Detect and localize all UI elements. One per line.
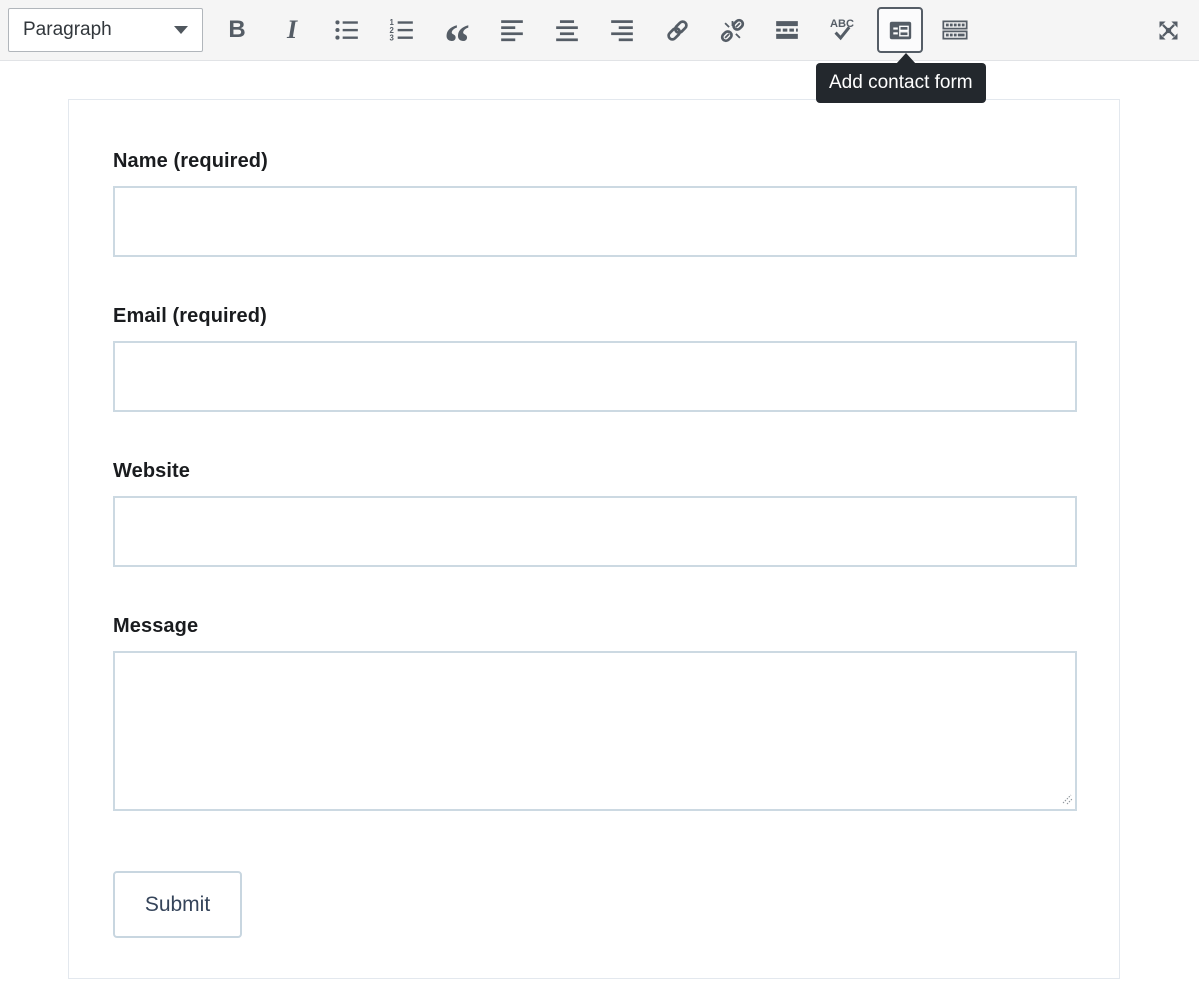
paragraph-format-dropdown[interactable]: Paragraph	[8, 8, 203, 52]
editor-content-area: Name (required) Email (required) Website…	[0, 61, 1199, 979]
blockquote-button[interactable]: “	[437, 7, 477, 53]
form-field-name: Name (required)	[113, 150, 1077, 257]
website-input[interactable]	[113, 496, 1077, 567]
add-contact-form-tooltip: Add contact form	[816, 63, 986, 103]
insert-read-more-button[interactable]	[767, 7, 807, 53]
add-contact-form-button[interactable]	[877, 7, 923, 53]
bold-button[interactable]: B	[217, 7, 257, 53]
name-input[interactable]	[113, 186, 1077, 257]
remove-link-button[interactable]	[712, 7, 752, 53]
numbered-list-button[interactable]: 1 2 3	[382, 7, 422, 53]
italic-button[interactable]: I	[272, 7, 312, 53]
align-right-button[interactable]	[602, 7, 642, 53]
form-field-email: Email (required)	[113, 305, 1077, 412]
align-right-icon	[609, 17, 635, 43]
email-field-label: Email (required)	[113, 305, 1077, 328]
read-more-icon	[774, 17, 800, 43]
bullet-list-icon	[334, 17, 360, 43]
italic-icon: I	[287, 15, 297, 45]
fullscreen-button[interactable]	[1148, 7, 1188, 53]
email-input[interactable]	[113, 341, 1077, 412]
paragraph-format-value: Paragraph	[23, 19, 112, 41]
submit-button[interactable]: Submit	[113, 871, 242, 938]
editor-toolbar: Paragraph B I 1 2 3 “	[0, 0, 1199, 61]
keyboard-icon	[941, 16, 969, 44]
name-field-label: Name (required)	[113, 150, 1077, 173]
form-field-message: Message	[113, 615, 1077, 811]
bold-icon: B	[228, 16, 245, 44]
align-left-button[interactable]	[492, 7, 532, 53]
fullscreen-icon	[1155, 17, 1182, 44]
contact-form-icon	[887, 17, 914, 44]
contact-form-preview: Name (required) Email (required) Website…	[68, 99, 1120, 979]
spellcheck-abc-icon: ABC	[828, 16, 856, 44]
website-field-label: Website	[113, 460, 1077, 483]
unlink-icon	[719, 17, 746, 44]
align-center-button[interactable]	[547, 7, 587, 53]
spellcheck-abc-text: ABC	[830, 18, 854, 30]
message-textarea[interactable]	[113, 651, 1077, 811]
message-field-label: Message	[113, 615, 1077, 638]
link-icon	[664, 17, 691, 44]
form-field-website: Website	[113, 460, 1077, 567]
spellcheck-button[interactable]: ABC	[822, 7, 862, 53]
numbered-list-icon: 1 2 3	[389, 17, 415, 43]
align-center-icon	[554, 17, 580, 43]
chevron-down-icon	[174, 26, 188, 34]
editor-page: Paragraph B I 1 2 3 “	[0, 0, 1199, 992]
align-left-icon	[499, 17, 525, 43]
insert-link-button[interactable]	[657, 7, 697, 53]
bullet-list-button[interactable]	[327, 7, 367, 53]
svg-text:3: 3	[390, 33, 395, 42]
toolbar-toggle-button[interactable]	[935, 7, 975, 53]
submit-row: Submit	[113, 871, 1077, 938]
